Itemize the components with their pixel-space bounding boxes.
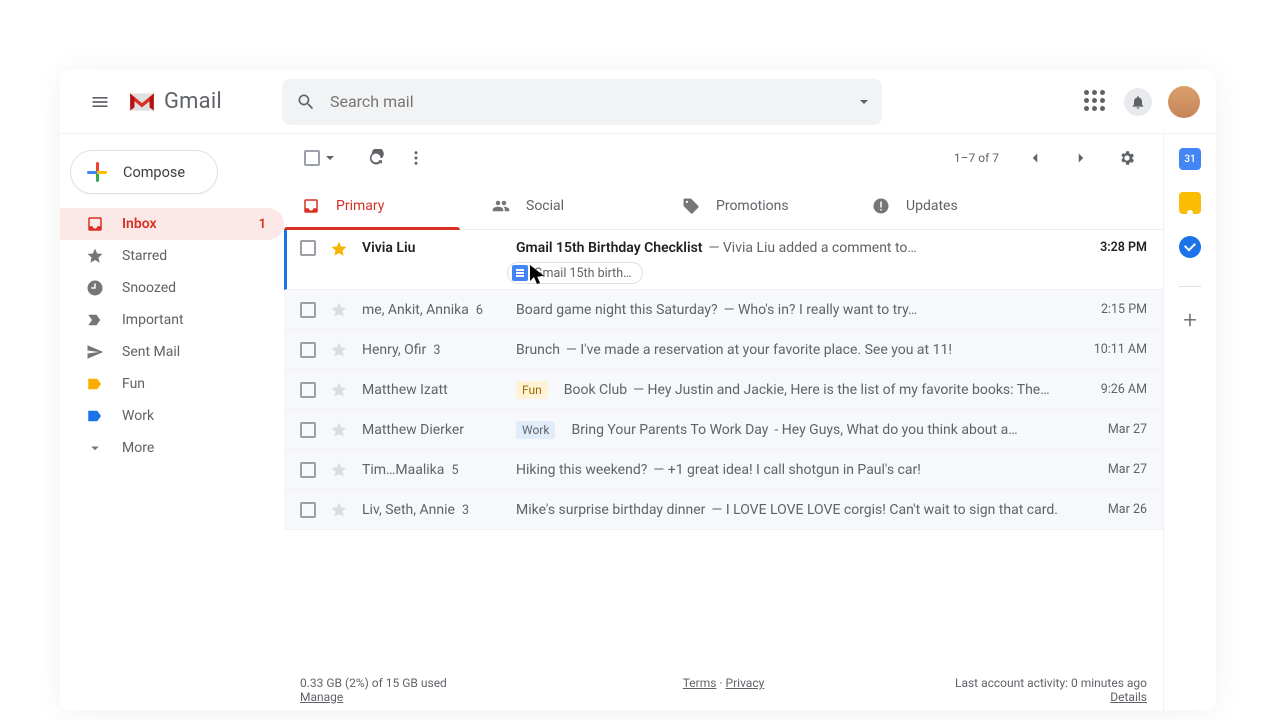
row-checkbox[interactable] [300,240,316,256]
calendar-icon[interactable]: 31 [1179,148,1201,170]
sender: Matthew Izatt [362,382,516,398]
sender: Liv, Seth, Annie 3 [362,502,516,518]
app-name: Gmail [164,89,222,114]
menu-icon[interactable] [76,78,124,126]
category-tabs: PrimarySocialPromotionsUpdates [284,182,1163,230]
subject-snippet: Brunch — I've made a reservation at your… [516,342,1077,358]
compose-button[interactable]: Compose [70,150,218,194]
email-row[interactable]: Matthew DierkerWorkBring Your Parents To… [284,410,1163,450]
email-row[interactable]: Liv, Seth, Annie 3Mike's surprise birthd… [284,490,1163,530]
row-checkbox[interactable] [300,342,316,358]
keep-icon[interactable] [1179,192,1201,214]
privacy-link[interactable]: Privacy [726,676,765,690]
gmail-logo-icon [128,91,156,113]
sender: Tim…Maalika 5 [362,462,516,478]
next-page-button[interactable] [1061,138,1101,178]
tasks-icon[interactable] [1179,236,1201,258]
search-box[interactable] [282,79,882,125]
main: 1–7 of 7 PrimarySocialPromotionsUpdates … [284,134,1164,710]
sidebar-item-snoozed[interactable]: Snoozed [60,272,284,304]
manage-link[interactable]: Manage [300,690,343,704]
time: Mar 26 [1077,502,1147,517]
sidebar-item-work[interactable]: Work [60,400,284,432]
time: 10:11 AM [1077,342,1147,357]
email-row[interactable]: Tim…Maalika 5Hiking this weekend? — +1 g… [284,450,1163,490]
time: 3:28 PM [1077,240,1147,255]
details-link[interactable]: Details [1110,690,1147,704]
star-icon[interactable] [330,341,348,359]
refresh-button[interactable] [356,138,396,178]
header: Gmail [60,70,1216,134]
sidebar-item-more[interactable]: More [60,432,284,464]
apps-icon[interactable] [1084,90,1108,114]
sender: me, Ankit, Annika 6 [362,302,516,318]
subject-snippet: Gmail 15th Birthday Checklist — Vivia Li… [516,240,1077,256]
brand[interactable]: Gmail [128,89,222,114]
toolbar: 1–7 of 7 [284,134,1163,182]
prev-page-button[interactable] [1015,138,1055,178]
subject-snippet: WorkBring Your Parents To Work Day - Hey… [516,421,1077,439]
more-button[interactable] [396,138,436,178]
time: Mar 27 [1077,422,1147,437]
star-icon[interactable] [330,421,348,439]
account-avatar[interactable] [1168,86,1200,118]
sidebar-item-important[interactable]: Important [60,304,284,336]
settings-button[interactable] [1107,138,1147,178]
select-all-checkbox[interactable] [300,144,338,172]
subject-snippet: Board game night this Saturday? — Who's … [516,302,1077,318]
email-row[interactable]: Henry, Ofir 3Brunch — I've made a reserv… [284,330,1163,370]
tab-updates[interactable]: Updates [854,182,1044,229]
star-icon[interactable] [330,501,348,519]
star-icon[interactable] [330,301,348,319]
attachment-chip[interactable]: Gmail 15th birth… [507,262,643,284]
time: Mar 27 [1077,462,1147,477]
subject-snippet: Mike's surprise birthday dinner — I LOVE… [516,502,1077,518]
star-icon[interactable] [330,240,348,258]
row-checkbox[interactable] [300,302,316,318]
sender: Vivia Liu [362,240,516,256]
sender: Henry, Ofir 3 [362,342,516,358]
add-panel-button[interactable]: + [1179,309,1201,331]
row-checkbox[interactable] [300,422,316,438]
sidebar: Compose Inbox1StarredSnoozedImportantSen… [60,134,284,710]
subject-snippet: FunBook Club — Hey Justin and Jackie, He… [516,381,1077,399]
row-checkbox[interactable] [300,382,316,398]
sender: Matthew Dierker [362,422,516,438]
tab-primary[interactable]: Primary [284,182,474,229]
search-input[interactable] [330,92,846,111]
subject-snippet: Hiking this weekend? — +1 great idea! I … [516,462,1077,478]
search-icon [296,92,316,112]
sidebar-item-inbox[interactable]: Inbox1 [60,208,284,240]
email-list: Vivia LiuGmail 15th Birthday Checklist —… [284,230,1163,670]
star-icon[interactable] [330,381,348,399]
row-checkbox[interactable] [300,502,316,518]
row-checkbox[interactable] [300,462,316,478]
email-row[interactable]: me, Ankit, Annika 6Board game night this… [284,290,1163,330]
side-panel: 31 + [1164,134,1216,710]
time: 2:15 PM [1077,302,1147,317]
sidebar-item-sent[interactable]: Sent Mail [60,336,284,368]
sidebar-item-fun[interactable]: Fun [60,368,284,400]
storage-text: 0.33 GB (2%) of 15 GB used [300,676,447,690]
compose-label: Compose [123,164,185,181]
footer: 0.33 GB (2%) of 15 GB used Manage Terms … [284,670,1163,710]
terms-link[interactable]: Terms [683,676,717,690]
doc-icon [512,265,528,281]
plus-icon [87,162,107,182]
sidebar-item-starred[interactable]: Starred [60,240,284,272]
pager-text: 1–7 of 7 [954,151,999,165]
search-options-icon[interactable] [860,100,868,104]
star-icon[interactable] [330,461,348,479]
divider [1179,286,1201,287]
notifications-icon[interactable] [1124,88,1152,116]
tab-promotions[interactable]: Promotions [664,182,854,229]
activity-text: Last account activity: 0 minutes ago [955,676,1147,690]
email-row[interactable]: Matthew IzattFunBook Club — Hey Justin a… [284,370,1163,410]
email-row[interactable]: Vivia LiuGmail 15th Birthday Checklist —… [284,230,1163,290]
tab-social[interactable]: Social [474,182,664,229]
time: 9:26 AM [1077,382,1147,397]
